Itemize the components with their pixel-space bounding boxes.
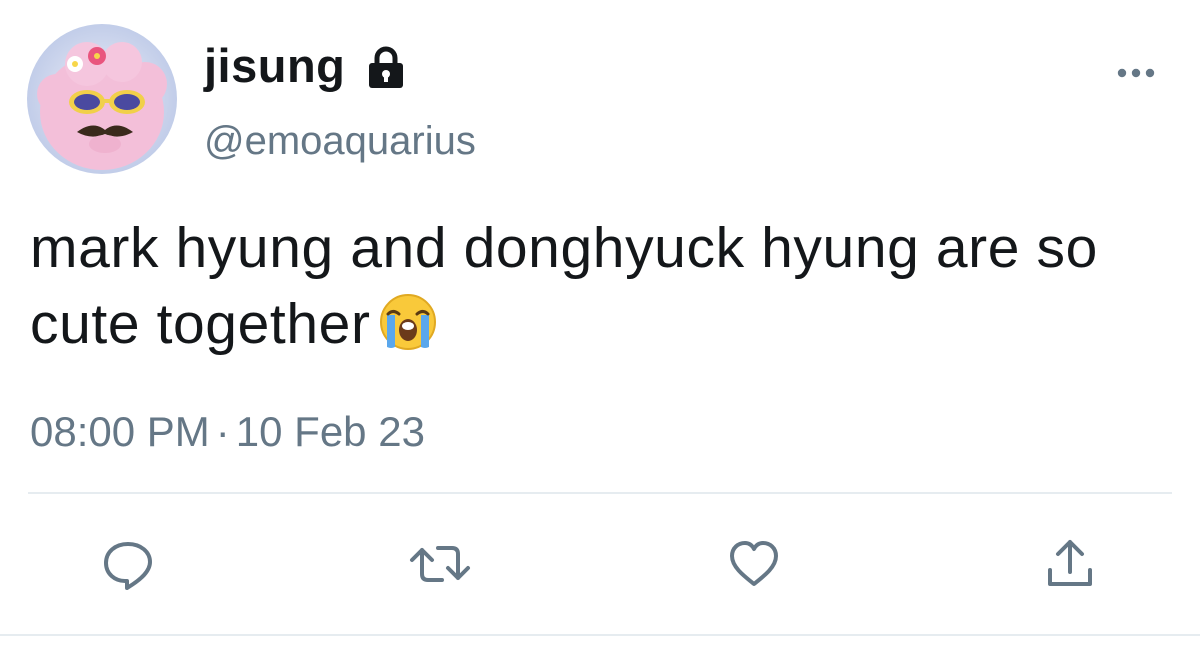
avatar[interactable]	[27, 24, 177, 174]
divider-bottom	[0, 634, 1200, 636]
tweet-text: mark hyung and donghyuck hyung are so cu…	[30, 210, 1180, 362]
divider	[28, 492, 1172, 494]
retweet-icon	[410, 546, 470, 582]
loudly-crying-face-icon	[379, 293, 437, 351]
heart-icon	[730, 541, 778, 586]
share-icon	[1048, 540, 1092, 586]
username-handle[interactable]: @emoaquarius	[204, 116, 476, 166]
share-button[interactable]	[1042, 536, 1098, 592]
tweet-timestamp[interactable]: 08:00 PM · 10 Feb 23	[30, 406, 425, 458]
reply-icon	[104, 542, 152, 590]
display-name[interactable]: jisung	[204, 38, 345, 94]
tweet-action-bar	[0, 530, 1200, 600]
retweet-button[interactable]	[408, 536, 470, 592]
tweet-time: 08:00 PM	[30, 408, 210, 455]
author-name-row: jisung	[204, 38, 405, 94]
tweet-date: 10 Feb 23	[235, 408, 425, 455]
reply-button[interactable]	[100, 536, 156, 592]
tweet-text-content: mark hyung and donghyuck hyung are so cu…	[30, 216, 1098, 356]
timestamp-separator: ·	[215, 408, 230, 455]
more-icon	[1117, 68, 1155, 78]
like-button[interactable]	[726, 536, 782, 592]
more-options-button[interactable]	[1114, 60, 1158, 86]
avatar-image	[27, 24, 177, 174]
lock-icon	[367, 46, 405, 90]
